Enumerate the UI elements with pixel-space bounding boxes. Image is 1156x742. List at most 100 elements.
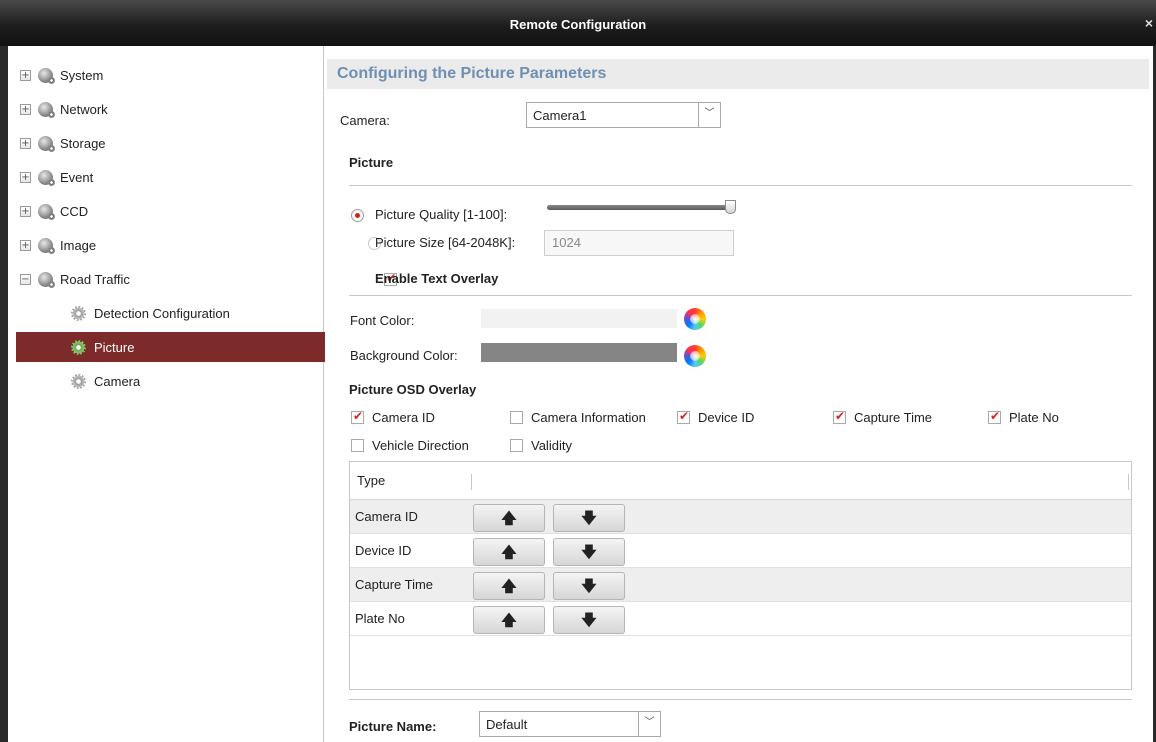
osd-camera-information-checkbox[interactable] — [510, 411, 523, 424]
move-up-button[interactable]: 🡅 — [473, 572, 545, 600]
osd-device-id[interactable]: Device ID — [677, 409, 754, 425]
osd-order-table: Type Camera ID 🡅 🡇 Device ID 🡅 🡇 Capture… — [349, 461, 1132, 690]
background-color-label: Background Color: — [350, 348, 458, 363]
tree-item-ccd[interactable]: + CCD — [20, 197, 88, 225]
tree-item-system[interactable]: + System — [20, 61, 103, 89]
globe-icon — [38, 203, 55, 220]
tree-item-road-traffic[interactable]: − Road Traffic — [20, 265, 130, 293]
osd-vehicle-direction[interactable]: Vehicle Direction — [351, 438, 469, 453]
background-color-swatch[interactable] — [481, 343, 677, 362]
move-down-button[interactable]: 🡇 — [553, 572, 625, 600]
section-header: Configuring the Picture Parameters — [327, 59, 1149, 89]
osd-label: Camera Information — [531, 410, 646, 425]
picture-quality-label: Picture Quality [1-100]: — [375, 207, 508, 222]
window-title: Remote Configuration — [509, 17, 647, 32]
row-type-label: Capture Time — [355, 577, 434, 592]
osd-device-id-checkbox[interactable] — [677, 409, 690, 424]
color-picker-icon[interactable] — [684, 308, 706, 330]
picture-heading: Picture — [349, 155, 394, 170]
tree-item-label: Camera — [94, 373, 141, 389]
tree-item-picture[interactable]: Picture — [16, 332, 328, 362]
camera-label: Camera: — [340, 113, 390, 128]
picture-name-value: Default — [486, 716, 528, 732]
color-picker-icon[interactable] — [684, 345, 706, 367]
column-separator[interactable] — [1128, 474, 1129, 490]
camera-select-value: Camera1 — [533, 107, 587, 123]
row-type-label: Plate No — [355, 611, 405, 626]
osd-validity[interactable]: Validity — [510, 438, 572, 453]
osd-camera-id[interactable]: Camera ID — [351, 409, 435, 425]
slider-thumb[interactable] — [725, 200, 736, 214]
expand-icon[interactable]: + — [20, 205, 31, 217]
osd-plate-no-checkbox[interactable] — [988, 409, 1001, 424]
collapse-icon[interactable]: − — [20, 273, 31, 285]
osd-label: Camera ID — [372, 410, 435, 425]
table-row[interactable]: Camera ID 🡅 🡇 — [350, 500, 1131, 534]
tree-item-label: Road Traffic — [60, 271, 130, 287]
tree-item-image[interactable]: + Image — [20, 231, 96, 259]
move-down-button[interactable]: 🡇 — [553, 538, 625, 566]
expand-icon[interactable]: + — [20, 137, 31, 149]
picture-quality-radio[interactable] — [351, 209, 364, 222]
enable-text-overlay-label: Enable Text Overlay — [375, 271, 499, 286]
row-type-label: Camera ID — [355, 509, 418, 524]
picture-size-input[interactable]: 1024 — [544, 230, 734, 256]
table-row[interactable]: Capture Time 🡅 🡇 — [350, 568, 1131, 602]
move-up-button[interactable]: 🡅 — [473, 538, 545, 566]
tree-item-label: Storage — [60, 135, 106, 151]
font-color-swatch[interactable] — [481, 309, 677, 328]
close-icon[interactable]: × — [1145, 15, 1153, 31]
osd-camera-id-checkbox[interactable] — [351, 409, 364, 424]
picture-name-label: Picture Name: — [349, 719, 437, 734]
osd-capture-time[interactable]: Capture Time — [833, 409, 933, 425]
expand-icon[interactable]: + — [20, 69, 31, 81]
move-up-button[interactable]: 🡅 — [473, 504, 545, 532]
page-title: Configuring the Picture Parameters — [337, 65, 607, 82]
osd-label: Capture Time — [854, 410, 933, 425]
globe-icon — [38, 101, 55, 118]
osd-label: Plate No — [1009, 410, 1059, 425]
navigation-tree: + System + Network + Storage + Event + C… — [8, 46, 328, 742]
globe-icon — [38, 135, 55, 152]
tree-item-camera[interactable]: Camera — [16, 366, 328, 396]
tree-item-label: Image — [60, 237, 97, 253]
divider — [349, 185, 1132, 186]
table-row[interactable]: Device ID 🡅 🡇 — [350, 534, 1131, 568]
column-header-type[interactable]: Type — [357, 473, 385, 488]
column-separator[interactable] — [471, 474, 472, 490]
tree-item-detection-configuration[interactable]: Detection Configuration — [16, 298, 328, 328]
tree-item-storage[interactable]: + Storage — [20, 129, 106, 157]
osd-label: Vehicle Direction — [372, 438, 469, 453]
divider — [349, 295, 1132, 296]
globe-icon — [38, 237, 55, 254]
camera-select[interactable]: Camera1 ﹀ — [526, 102, 721, 128]
osd-camera-information[interactable]: Camera Information — [510, 410, 646, 425]
osd-validity-checkbox[interactable] — [510, 439, 523, 452]
chevron-down-icon[interactable]: ﹀ — [638, 712, 660, 736]
font-color-label: Font Color: — [350, 313, 415, 328]
picture-quality-slider[interactable] — [547, 205, 733, 210]
row-type-label: Device ID — [355, 543, 412, 558]
expand-icon[interactable]: + — [20, 239, 31, 251]
tree-item-network[interactable]: + Network — [20, 95, 108, 123]
chevron-down-icon[interactable]: ﹀ — [698, 103, 720, 127]
tree-item-label: Picture — [94, 339, 135, 355]
osd-plate-no[interactable]: Plate No — [988, 409, 1059, 425]
tree-item-event[interactable]: + Event — [20, 163, 93, 191]
table-row[interactable]: Plate No 🡅 🡇 — [350, 602, 1131, 636]
tree-item-label: CCD — [60, 203, 89, 219]
move-up-button[interactable]: 🡅 — [473, 606, 545, 634]
tree-item-label: Event — [60, 169, 94, 185]
gear-icon — [71, 373, 86, 389]
expand-icon[interactable]: + — [20, 103, 31, 115]
picture-name-select[interactable]: Default ﹀ — [479, 711, 661, 737]
move-down-button[interactable]: 🡇 — [553, 606, 625, 634]
expand-icon[interactable]: + — [20, 171, 31, 183]
globe-icon — [38, 67, 55, 84]
osd-capture-time-checkbox[interactable] — [833, 409, 846, 424]
title-bar: Remote Configuration × — [0, 0, 1156, 46]
osd-vehicle-direction-checkbox[interactable] — [351, 439, 364, 452]
tree-item-label: System — [60, 67, 104, 83]
main-panel: Configuring the Picture Parameters Camer… — [325, 46, 1153, 742]
move-down-button[interactable]: 🡇 — [553, 504, 625, 532]
